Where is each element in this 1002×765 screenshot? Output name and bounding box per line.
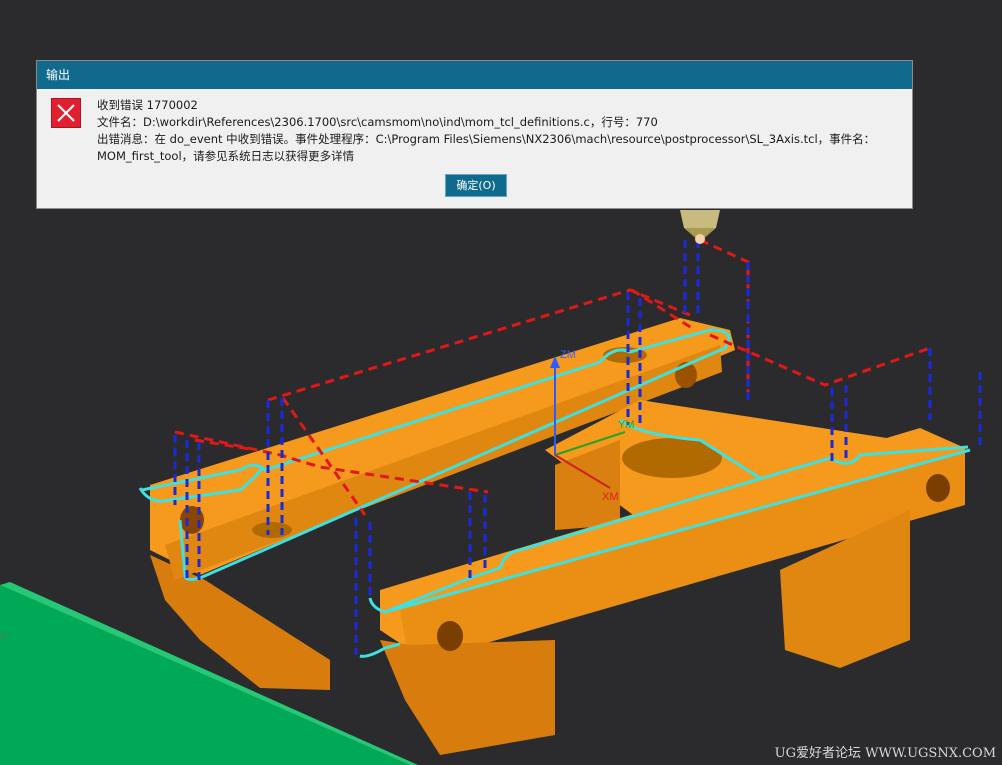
workpiece-part[interactable]: [150, 318, 965, 755]
error-x-icon: [51, 98, 81, 128]
ok-button[interactable]: 确定(O): [445, 174, 507, 197]
error-message: 收到错误 1770002 文件名：D:\workdir\References\2…: [97, 97, 902, 165]
dialog-title[interactable]: 输出: [37, 61, 912, 89]
cutting-tool[interactable]: [680, 210, 720, 244]
error-code-line: 收到错误 1770002: [97, 98, 198, 112]
error-detail-line: 出错消息：在 do_event 中收到错误。事件处理程序：C:\Program …: [97, 132, 876, 146]
x-axis-label: XM: [602, 491, 619, 503]
z-axis-label: ZM: [560, 349, 576, 361]
y-axis-label: YM: [618, 419, 635, 431]
output-dialog[interactable]: 输出 收到错误 1770002 文件名：D:\workdir\Reference…: [36, 60, 913, 209]
side-axis-label: Y: [0, 632, 8, 644]
error-file-line: 文件名：D:\workdir\References\2306.1700\src\…: [97, 115, 658, 129]
error-detail-line-2: MOM_first_tool，请参见系统日志以获得更多详情: [97, 149, 355, 163]
watermark: UG爱好者论坛 WWW.UGSNX.COM: [774, 746, 996, 761]
